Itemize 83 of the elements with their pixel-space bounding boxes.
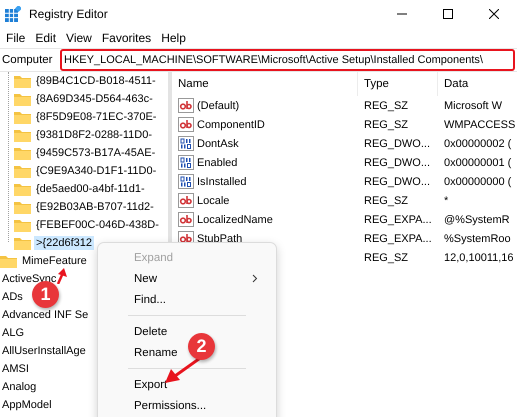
value-name: StubPath	[197, 232, 242, 244]
address-label: Computer	[1, 54, 54, 66]
tree-item[interactable]: Advanced INF Se	[0, 308, 90, 322]
value-name: Enabled	[197, 156, 238, 168]
tree-item[interactable]: AppModel	[0, 398, 54, 412]
value-name: IsInstalled	[197, 176, 247, 188]
value-type: REG_SZ	[364, 194, 408, 206]
tree-item[interactable]: {8A69D345-D564-463c-	[34, 92, 155, 106]
menu-item[interactable]: Export	[102, 374, 272, 395]
value-type: REG_SZ	[364, 118, 408, 130]
value-name: LocalizedName	[197, 214, 273, 226]
tree-item[interactable]: {89B4C1CD-B018-4511-	[34, 74, 158, 88]
binary-value-icon	[178, 155, 194, 170]
value-type: REG_EXPA...	[364, 214, 432, 226]
binary-value-icon	[178, 174, 194, 189]
tree-item[interactable]: {9381D8F2-0288-11D0-	[34, 128, 154, 142]
value-type: REG_DWO...	[364, 176, 430, 188]
string-value-icon	[178, 117, 194, 132]
address-path[interactable]: HKEY_LOCAL_MACHINE\SOFTWARE\Microsoft\Active Setup\Installed Components\	[64, 54, 483, 66]
folder-icon	[14, 182, 31, 196]
tree-item[interactable]: Analog	[0, 380, 38, 394]
tree-item[interactable]: {de5aed00-a4bf-11d1-	[34, 182, 147, 196]
binary-value-icon	[178, 136, 194, 151]
step-badge: 1	[32, 281, 59, 308]
folder-icon	[14, 146, 31, 160]
folder-icon	[14, 92, 31, 106]
value-type: REG_DWO...	[364, 138, 430, 150]
string-value-icon	[178, 193, 194, 208]
tree-item[interactable]: AMSI	[0, 362, 31, 376]
value-data: Microsoft W	[444, 100, 502, 112]
value-name: (Default)	[197, 100, 240, 112]
value-type: REG_SZ	[364, 252, 408, 264]
value-data: %SystemRoo	[444, 232, 511, 244]
column-header[interactable]: Data	[438, 72, 517, 96]
tree-item[interactable]: {C9E9A340-D1F1-11D0-	[34, 164, 158, 178]
chevron-right-icon	[252, 274, 258, 283]
tree-item[interactable]: >{22d6f312	[34, 236, 94, 250]
maximize-icon	[443, 9, 453, 19]
tree-item[interactable]: {E92B03AB-B707-11d2-	[34, 200, 156, 214]
window-title: Registry Editor	[29, 7, 108, 21]
folder-icon	[14, 164, 31, 178]
tree-item[interactable]: ALG	[0, 326, 26, 340]
value-data: 0x00000000 (	[444, 176, 512, 188]
folder-icon	[0, 254, 17, 268]
value-data: 12,0,10011,16	[444, 252, 514, 264]
value-type: REG_DWO...	[364, 156, 430, 168]
menu-item[interactable]: Permissions...	[102, 395, 272, 416]
tree-item[interactable]: ADs	[0, 290, 25, 304]
column-header[interactable]: Type	[358, 72, 438, 96]
value-name: DontAsk	[197, 138, 239, 150]
folder-icon	[14, 218, 31, 232]
tree-item[interactable]: {FEBEF00C-046D-438D-	[34, 218, 161, 232]
value-data: @%SystemR	[444, 214, 510, 226]
value-data: 0x00000002 (	[444, 138, 512, 150]
tree-item[interactable]: {9459C573-B17A-45AE-	[34, 146, 158, 160]
tree-item[interactable]: AllUserInstallAge	[0, 344, 88, 358]
value-type: REG_SZ	[364, 100, 408, 112]
value-name: ComponentID	[197, 118, 265, 130]
column-header[interactable]: Name	[172, 72, 358, 96]
value-data: *	[444, 194, 448, 206]
menu-item[interactable]: Find...	[102, 289, 272, 310]
value-name: Locale	[197, 194, 230, 206]
tree-item[interactable]: {8F5D9E08-71EC-370E-	[34, 110, 158, 124]
value-data: 0x00000001 (	[444, 156, 512, 168]
folder-icon	[14, 200, 31, 214]
menu-item[interactable]: New	[102, 268, 272, 289]
folder-icon	[14, 128, 31, 142]
string-value-icon	[178, 212, 194, 227]
registry-app-icon	[5, 6, 21, 22]
folder-icon	[14, 74, 31, 88]
menu-item[interactable]: Favorites	[96, 28, 156, 48]
close-icon	[489, 9, 499, 19]
menu-item[interactable]: Help	[156, 28, 191, 48]
tree-item[interactable]: MimeFeature	[20, 254, 89, 268]
arrow-icon	[54, 268, 68, 284]
menu-item[interactable]: View	[61, 28, 97, 48]
menu-item[interactable]: Edit	[30, 28, 62, 48]
folder-icon	[14, 236, 31, 250]
menu-item[interactable]: File	[1, 28, 30, 48]
string-value-icon	[178, 98, 194, 113]
folder-icon	[14, 110, 31, 124]
value-type: REG_EXPA...	[364, 232, 432, 244]
value-data: WMPACCESS	[444, 118, 516, 130]
